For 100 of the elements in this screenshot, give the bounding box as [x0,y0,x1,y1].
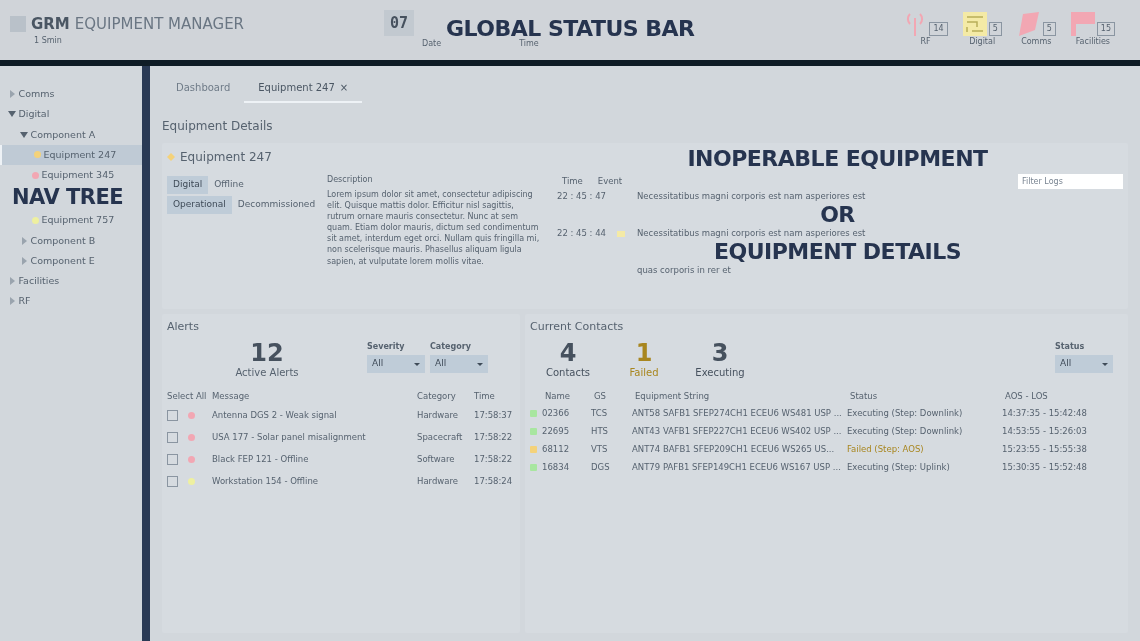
column-header: Time [474,389,496,403]
log-event: Necessitatibus magni corporis est nam asperiores est [637,227,866,240]
column-header: Event [597,175,623,188]
time-label: Time [519,38,539,51]
logo-text: GRM [31,13,70,35]
table-cell-text: Workstation 154 - Offline [212,475,320,489]
stat-value: 4 [559,340,577,365]
stat-label: Failed [629,365,659,380]
equipment-name: Equipment 247 [180,149,272,166]
table-cell-text: Failed (Step: AOS) [847,443,925,457]
checkbox[interactable] [167,410,178,422]
annotation-label: INOPERABLE EQUIPMENT [687,148,988,170]
tree-item[interactable]: Component B [0,230,142,251]
date-label: Date [422,38,442,51]
filter-field[interactable]: Filter Logs [1018,174,1123,189]
description-text: Lorem ipsum dolor sit amet, consectetur adipiscing elit. Quisque mattis dolor. Efficitur nisl sagittis, rutrum ornare mauris consectetur. Nunc at sem quam. Etiam dolor mauris, dictum sed condimentum sit amet, interdum eget orci. Nullam quis fringilla mi, non scelerisque mauris. Phasellus aliquam ligula sapien, at vulputate lorem mollis vitae. [327,188,541,267]
table-cell-text: ANT74 BAFB1 SFEP209CH1 ECEU6 WS265 US... [632,443,836,457]
table-cell-text: 15:30:35 - 15:52:48 [1002,461,1088,475]
tree-item[interactable]: Equipment 757 [0,210,142,231]
table-cell-text: Spacecraft [417,431,464,445]
tree-item[interactable]: Equipment 247 [0,144,142,165]
alert-count: 12 [250,340,284,365]
status-label: RF [920,36,931,48]
table-cell-text: 14:53:55 - 15:26:03 [1002,425,1088,439]
status-label: Facilities [1075,36,1111,48]
section-title: Current Contacts [530,319,625,335]
table-cell-text: Executing (Step: Uplink) [847,461,951,475]
log-event: Necessitatibus magni corporis est nam asperiores est [637,190,866,203]
table-cell: 17:58:22 [474,431,514,445]
table-cell-text: Antenna DGS 2 - Weak signal [212,409,338,423]
table-cell: ANT79 PAFB1 SFEP149CH1 ECEU6 WS167 USP ... [632,461,842,475]
count-badge: 5 [988,22,1002,36]
column-header: AOS - LOS [1005,389,1049,403]
column-header: Category [417,389,457,403]
tab[interactable]: Dashboard [162,74,245,103]
table-cell-text: Executing (Step: Downlink) [847,425,964,439]
column-header: Name [545,389,572,403]
dropdown[interactable]: All [1055,355,1113,373]
stat-label: Contacts [545,365,591,380]
dropdown[interactable]: All [367,355,425,373]
column-header: Status [850,389,879,403]
checkbox[interactable] [167,476,178,488]
app-title: EQUIPMENT MANAGER [74,13,245,35]
column-header: Select All [167,389,207,403]
table-cell-text: VTS [591,443,609,457]
table-cell-text: HTS [591,425,609,439]
tree-item[interactable]: Equipment 345 [0,165,142,186]
section-title: Equipment Details [162,118,274,135]
table-cell-text: Black FEP 121 - Offline [212,453,310,467]
tree-item[interactable]: Comms [0,84,142,105]
log-event: quas corporis in rer et [637,264,731,277]
alert-count-label: Active Alerts [235,365,299,380]
table-cell-text: 22695 [542,425,571,439]
column-header: GS [594,389,607,403]
tab[interactable]: Equipment 247 × [244,74,363,103]
annotation-label: OR [820,204,855,226]
status-text: Decommissioned [236,198,317,211]
column-header: Message [212,389,251,403]
tree-item[interactable]: Digital [0,104,142,125]
section-title: Alerts [167,319,200,335]
category-badge: Operational [167,196,232,214]
tree-item[interactable]: RF [0,291,142,312]
table-cell: ANT58 SAFB1 SFEP274CH1 ECEU6 WS481 USP ... [632,407,842,421]
table-cell-text: 68112 [542,443,571,457]
count-badge: 15 [1096,22,1115,36]
filter-label: Severity [367,340,406,353]
category-badge: Digital [167,176,209,194]
status-text: Offline [213,178,245,191]
table-cell-text: USA 177 - Solar panel misalignment [212,431,367,445]
stat-label: Executing [695,365,745,380]
status-label: Digital [969,36,996,48]
count-badge: 14 [929,22,948,36]
stat-value: 1 [635,340,653,365]
table-cell-text: Hardware [417,475,460,489]
column-header: Time [562,175,583,188]
close-icon[interactable]: × [339,82,349,93]
annotation-label: EQUIPMENT DETAILS [713,241,962,263]
table-cell-text: Software [417,453,456,467]
table-cell: ANT43 VAFB1 SFEP227CH1 ECEU6 WS402 USP ... [632,425,842,439]
annotation-label: NAV TREE [12,187,125,209]
count-badge: 5 [1042,22,1056,36]
tree-item[interactable]: Component A [0,124,142,145]
app-subtitle: 1 Smin [34,35,63,48]
filter-label: Status [1055,340,1086,353]
log-time: 22 : 45 : 47 [557,190,607,203]
clock-display: 07 [384,9,415,37]
table-cell-text: 02366 [542,407,571,421]
tree-item[interactable]: Component E [0,250,142,271]
status-label: Comms [1021,36,1052,48]
table-cell: 17:58:37 [474,409,514,423]
tree-item[interactable]: Facilities [0,271,142,292]
log-time: 22 : 45 : 44 [557,227,607,240]
annotation-label: GLOBAL STATUS BAR [446,18,695,40]
table-cell: 17:58:22 [474,453,514,467]
dropdown[interactable]: All [430,355,488,373]
checkbox[interactable] [167,432,178,444]
table-cell-text: 16834 [542,461,571,475]
description-label: Description [327,174,374,186]
table-cell-text: 15:23:55 - 15:55:38 [1002,443,1088,457]
checkbox[interactable] [167,454,178,466]
